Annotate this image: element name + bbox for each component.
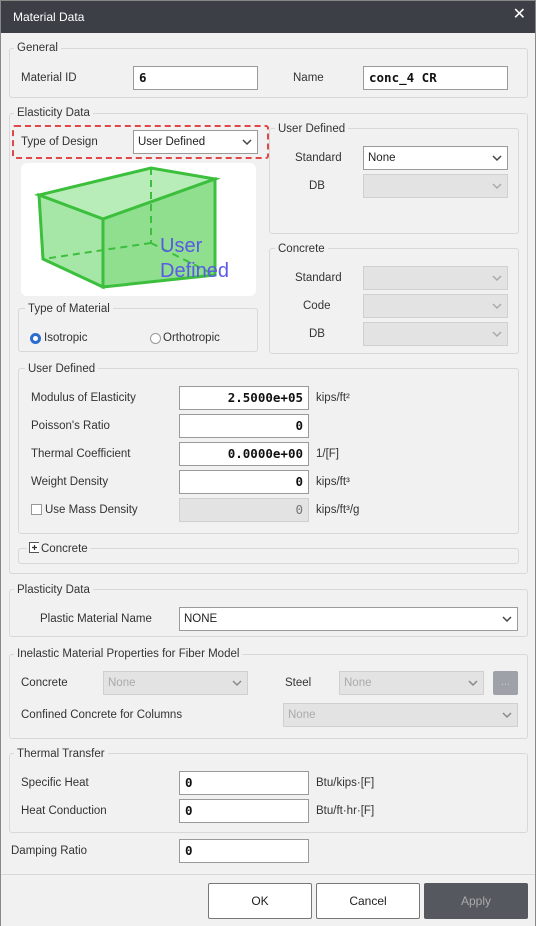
heat-conduction-unit: Btu/ft·hr·[F] bbox=[316, 805, 375, 817]
db-select[interactable] bbox=[363, 174, 508, 198]
confined-concrete-select[interactable]: None bbox=[283, 703, 518, 727]
user-defined-standard-legend: User Defined bbox=[275, 122, 349, 136]
inelastic-concrete-label: Concrete bbox=[21, 677, 68, 689]
cancel-button[interactable]: Cancel bbox=[316, 883, 420, 919]
confined-concrete-value: None bbox=[288, 709, 316, 721]
concrete-code-label: Code bbox=[303, 300, 331, 312]
weight-density-label: Weight Density bbox=[31, 476, 109, 488]
modulus-input[interactable]: 2.5000e+05 bbox=[179, 386, 309, 410]
name-label: Name bbox=[293, 72, 324, 84]
standard-select[interactable]: None bbox=[363, 146, 508, 170]
heat-conduction-input[interactable]: 0 bbox=[179, 799, 309, 823]
thermal-coefficient-input[interactable]: 0.0000e+00 bbox=[179, 442, 309, 466]
mass-density-input[interactable]: 0 bbox=[179, 498, 309, 522]
button-bar: OK Cancel Apply bbox=[1, 874, 535, 926]
user-defined-values-legend: User Defined bbox=[25, 362, 99, 376]
more-button-label: ... bbox=[500, 676, 511, 688]
design-preview-image: User Defined bbox=[21, 163, 256, 296]
concrete-expander-label[interactable]: Concrete bbox=[39, 542, 90, 556]
weight-density-unit: kips/ft³ bbox=[316, 476, 350, 488]
type-of-design-label: Type of Design bbox=[21, 136, 98, 148]
ok-button[interactable]: OK bbox=[208, 883, 312, 919]
chevron-down-icon bbox=[492, 154, 502, 162]
title-bar: Material Data ✕ bbox=[1, 1, 535, 33]
isotropic-radio[interactable] bbox=[30, 333, 41, 344]
concrete-expander-group bbox=[18, 548, 519, 564]
inelastic-legend: Inelastic Material Properties for Fiber … bbox=[14, 647, 243, 661]
chevron-down-icon bbox=[492, 330, 502, 338]
preview-text-line1: User bbox=[160, 235, 203, 257]
concrete-db-label: DB bbox=[309, 328, 325, 340]
damping-ratio-input[interactable]: 0 bbox=[179, 839, 309, 863]
specific-heat-input[interactable]: 0 bbox=[179, 771, 309, 795]
chevron-down-icon bbox=[502, 711, 512, 719]
type-of-design-value: User Defined bbox=[138, 136, 206, 148]
specific-heat-unit: Btu/kips·[F] bbox=[316, 777, 375, 789]
weight-density-input[interactable]: 0 bbox=[179, 470, 309, 494]
use-mass-density-label[interactable]: Use Mass Density bbox=[45, 503, 138, 517]
heat-conduction-label: Heat Conduction bbox=[21, 805, 107, 817]
inelastic-steel-label: Steel bbox=[285, 677, 312, 689]
material-id-input[interactable]: 6 bbox=[133, 66, 258, 90]
inelastic-steel-value: None bbox=[344, 677, 372, 689]
thermal-coefficient-label: Thermal Coefficient bbox=[31, 448, 131, 460]
concrete-standard-legend: Concrete bbox=[275, 242, 328, 256]
general-legend: General bbox=[14, 41, 61, 55]
chevron-down-icon bbox=[502, 615, 512, 623]
inelastic-more-button[interactable]: ... bbox=[493, 671, 518, 695]
apply-button[interactable]: Apply bbox=[424, 883, 528, 919]
material-id-label: Material ID bbox=[21, 72, 77, 84]
confined-concrete-label: Confined Concrete for Columns bbox=[21, 709, 183, 721]
chevron-down-icon bbox=[232, 679, 242, 687]
concrete-code-select[interactable] bbox=[363, 294, 508, 318]
chevron-down-icon bbox=[468, 679, 478, 687]
poisson-label: Poisson's Ratio bbox=[31, 420, 110, 432]
damping-ratio-label: Damping Ratio bbox=[11, 845, 88, 857]
concrete-standard-label: Standard bbox=[295, 272, 342, 284]
concrete-standard-select[interactable] bbox=[363, 266, 508, 290]
use-mass-density-checkbox[interactable] bbox=[31, 504, 42, 515]
plastic-material-name-label: Plastic Material Name bbox=[40, 613, 152, 625]
window-title: Material Data bbox=[13, 10, 85, 24]
inelastic-steel-select[interactable]: None bbox=[339, 671, 484, 695]
modulus-label: Modulus of Elasticity bbox=[31, 392, 136, 404]
standard-label: Standard bbox=[295, 152, 342, 164]
material-data-dialog: Material Data ✕ General Material ID 6 Na… bbox=[0, 0, 536, 926]
chevron-down-icon bbox=[492, 182, 502, 190]
modulus-unit: kips/ft² bbox=[316, 392, 350, 404]
concrete-db-select[interactable] bbox=[363, 322, 508, 346]
orthotropic-label[interactable]: Orthotropic bbox=[163, 331, 220, 345]
close-icon[interactable]: ✕ bbox=[513, 7, 526, 23]
elasticity-legend: Elasticity Data bbox=[14, 106, 93, 120]
thermal-transfer-legend: Thermal Transfer bbox=[14, 747, 108, 761]
name-input[interactable]: conc_4 CR bbox=[363, 66, 508, 90]
specific-heat-label: Specific Heat bbox=[21, 777, 89, 789]
preview-text-line2: Defined bbox=[160, 260, 229, 282]
standard-value: None bbox=[368, 152, 396, 164]
type-of-design-select[interactable]: User Defined bbox=[133, 130, 258, 154]
poisson-input[interactable]: 0 bbox=[179, 414, 309, 438]
inelastic-concrete-value: None bbox=[108, 677, 136, 689]
thermal-coefficient-unit: 1/[F] bbox=[316, 448, 340, 460]
chevron-down-icon bbox=[492, 274, 502, 282]
db-label: DB bbox=[309, 180, 325, 192]
plasticity-legend: Plasticity Data bbox=[14, 583, 93, 597]
plastic-material-name-select[interactable]: NONE bbox=[179, 607, 518, 631]
inelastic-concrete-select[interactable]: None bbox=[103, 671, 248, 695]
chevron-down-icon bbox=[492, 302, 502, 310]
type-of-material-legend: Type of Material bbox=[25, 302, 113, 316]
mass-density-unit: kips/ft³/g bbox=[316, 504, 360, 516]
chevron-down-icon bbox=[242, 138, 252, 146]
orthotropic-radio[interactable] bbox=[150, 333, 161, 344]
plastic-material-name-value: NONE bbox=[184, 613, 218, 625]
isotropic-label[interactable]: Isotropic bbox=[44, 331, 87, 345]
